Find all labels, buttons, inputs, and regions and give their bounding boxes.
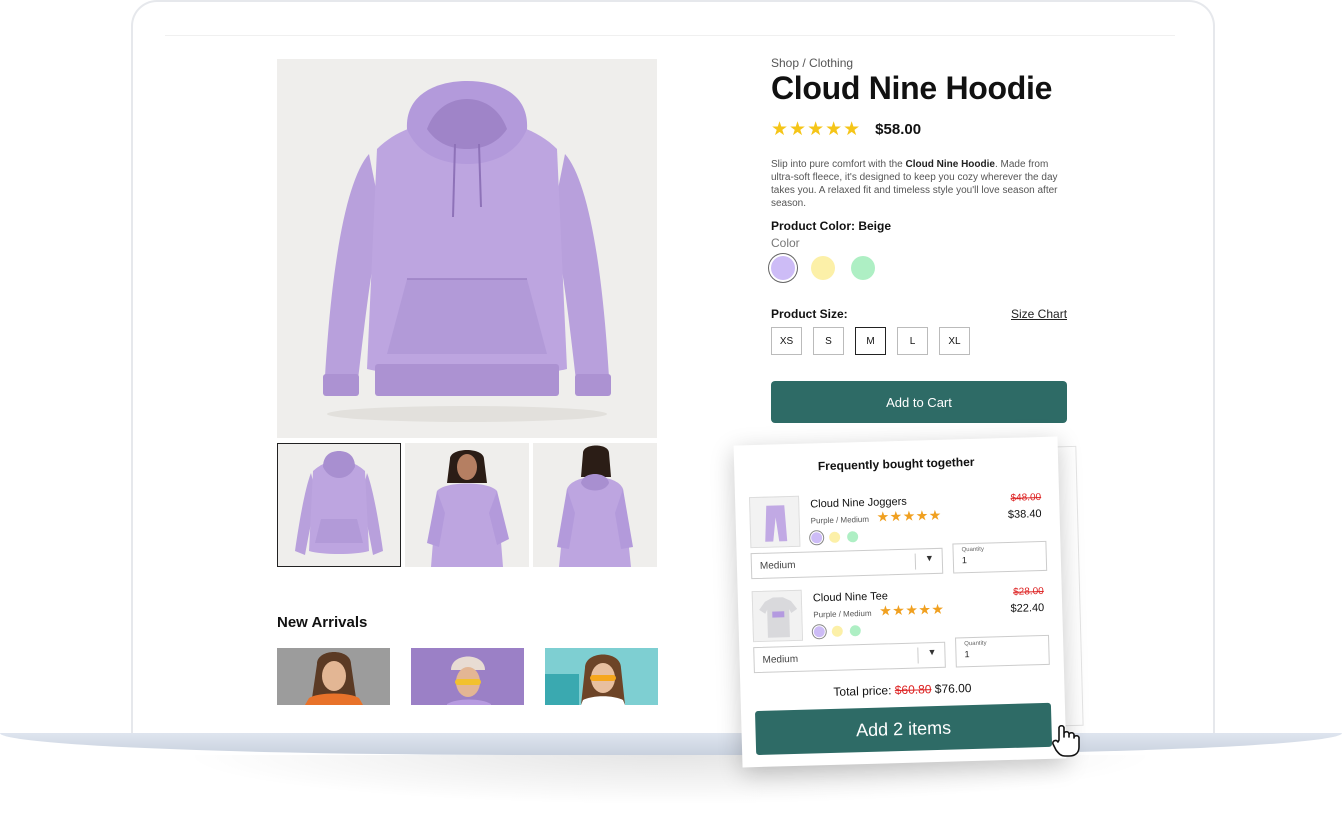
bundle-item-variant: Purple / Medium — [813, 608, 872, 620]
bundle-item-price: $38.40 — [1007, 508, 1042, 521]
hand-cursor-icon — [1050, 722, 1084, 758]
bundle-title: Frequently bought together — [817, 454, 975, 474]
bundle-item-old-price: $28.00 — [1013, 585, 1044, 598]
size-m-button[interactable]: M — [855, 327, 886, 355]
rating-price-row: ★★★★★ $58.00 — [771, 118, 921, 141]
product-color-label: Product Color: Beige — [771, 219, 892, 233]
swatch-mint[interactable] — [849, 625, 861, 637]
rating-stars-icon: ★★★★★ — [771, 119, 862, 140]
bundle-total: Total price: $60.80 $76.00 — [740, 678, 1064, 701]
tee-image — [751, 589, 804, 643]
size-select[interactable]: Medium ▼ — [753, 641, 946, 674]
bundle-item-variant: Purple / Medium — [810, 514, 870, 526]
bundle-item-swatches — [813, 625, 861, 638]
new-arrival-card[interactable] — [411, 648, 524, 705]
new-arrivals-row — [277, 648, 658, 705]
size-select[interactable]: Medium ▼ — [750, 547, 944, 580]
quantity-label: Quantity — [964, 640, 987, 648]
product-size-label: Product Size: — [771, 307, 848, 321]
thumbnail-hoodie-flat[interactable] — [277, 443, 401, 567]
joggers-image — [749, 495, 801, 549]
laptop-shadow — [180, 755, 1160, 805]
color-swatches — [771, 256, 875, 280]
bundle-item-swatches — [811, 531, 859, 544]
swatch-mint[interactable] — [851, 256, 875, 280]
color-sublabel: Color — [771, 236, 800, 250]
product-main-image[interactable] — [277, 59, 657, 438]
description-bold: Cloud Nine Hoodie — [905, 159, 995, 170]
description-text: Slip into pure comfort with the — [771, 159, 906, 170]
swatch-lavender[interactable] — [771, 256, 795, 280]
select-divider — [917, 647, 919, 664]
size-select-value: Medium — [762, 653, 799, 666]
quantity-field[interactable]: Quantity 1 — [952, 540, 1048, 574]
thumbnail-model-front[interactable] — [405, 443, 529, 567]
swatch-mint[interactable] — [847, 531, 859, 543]
quantity-label: Quantity — [961, 546, 985, 554]
select-divider — [914, 553, 917, 570]
marketing-stage: New Arrivals Shop / Clothing Cloud Nine … — [0, 0, 1342, 816]
thumbnail-model-back[interactable] — [533, 443, 657, 567]
new-arrival-card[interactable] — [545, 648, 658, 705]
bundle-item-old-price: $48.00 — [1010, 492, 1042, 504]
size-xs-button[interactable]: XS — [771, 327, 802, 355]
size-chart-link[interactable]: Size Chart — [1011, 307, 1067, 321]
rating-stars-icon: ★★★★★ — [876, 506, 943, 525]
swatch-yellow[interactable] — [811, 256, 835, 280]
total-label: Total price: — [833, 683, 892, 699]
rating-stars-icon: ★★★★★ — [879, 600, 945, 619]
total-old-price: $60.80 — [894, 682, 932, 698]
size-l-button[interactable]: L — [897, 327, 928, 355]
frequently-bought-together-widget: Frequently bought together Cloud Nine Jo… — [733, 436, 1067, 768]
swatch-yellow[interactable] — [829, 531, 841, 543]
new-arrivals-heading: New Arrivals — [277, 614, 368, 631]
chevron-down-icon: ▼ — [924, 553, 934, 564]
swatch-yellow[interactable] — [831, 625, 843, 637]
add-to-cart-button[interactable]: Add to Cart — [771, 381, 1067, 423]
quantity-field[interactable]: Quantity 1 — [955, 634, 1050, 668]
bundle-item: Cloud Nine Tee Purple / Medium ★★★★★ $28… — [751, 583, 1054, 681]
size-options: XS S M L XL — [771, 327, 970, 355]
chevron-down-icon: ▼ — [927, 647, 937, 658]
quantity-value: 1 — [961, 555, 968, 566]
new-arrival-card[interactable] — [277, 648, 390, 705]
laptop-base — [0, 733, 1342, 755]
total-new-price: $76.00 — [934, 681, 972, 697]
breadcrumb[interactable]: Shop / Clothing — [771, 56, 853, 70]
bundle-item: Cloud Nine Joggers Purple / Medium ★★★★★… — [749, 489, 1051, 587]
product-price: $58.00 — [875, 121, 922, 138]
bundle-item-price: $22.40 — [1010, 601, 1045, 615]
size-select-value: Medium — [759, 559, 796, 572]
product-thumbnails — [277, 443, 657, 567]
product-title: Cloud Nine Hoodie — [771, 70, 1053, 106]
swatch-lavender[interactable] — [811, 532, 823, 544]
size-xl-button[interactable]: XL — [939, 327, 970, 355]
bundle-item-name: Cloud Nine Tee — [812, 590, 889, 605]
quantity-value: 1 — [964, 649, 970, 660]
add-bundle-button[interactable]: Add 2 items — [754, 702, 1053, 756]
size-s-button[interactable]: S — [813, 327, 844, 355]
product-description: Slip into pure comfort with the Cloud Ni… — [771, 158, 1071, 210]
swatch-lavender[interactable] — [813, 626, 825, 638]
